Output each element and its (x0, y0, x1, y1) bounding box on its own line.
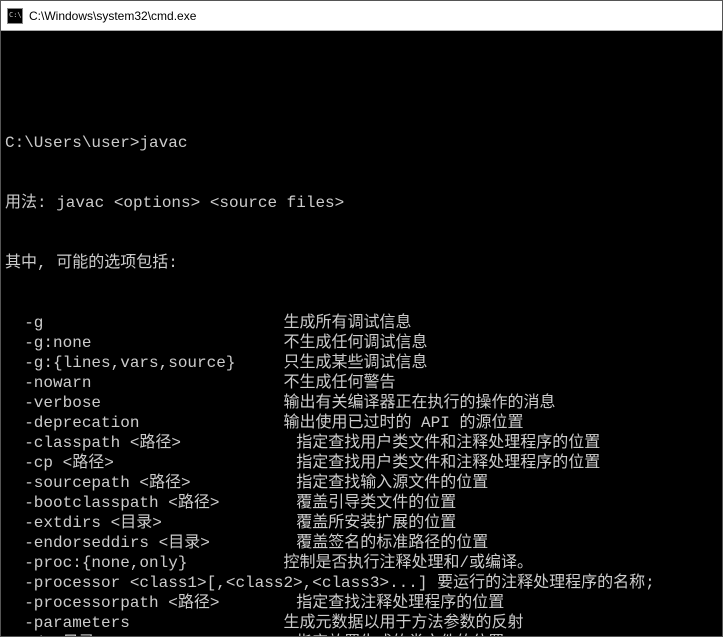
option-desc: 指定查找输入源文件的位置 (296, 474, 488, 492)
option-line: -nowarn 不生成任何警告 (5, 373, 718, 393)
option-line: -g:{lines,vars,source} 只生成某些调试信息 (5, 353, 718, 373)
option-flag: -g (5, 314, 283, 332)
option-line: -g 生成所有调试信息 (5, 313, 718, 333)
option-flag: -parameters (5, 614, 283, 632)
option-desc: 指定查找用户类文件和注释处理程序的位置 (296, 434, 600, 452)
option-desc: 覆盖签名的标准路径的位置 (296, 534, 488, 552)
option-line: -deprecation 输出使用已过时的 API 的源位置 (5, 413, 718, 433)
option-flag: -verbose (5, 394, 283, 412)
option-desc: 要运行的注释处理程序的名称; (437, 574, 655, 592)
option-flag: -nowarn (5, 374, 283, 392)
option-desc: 覆盖所安装扩展的位置 (296, 514, 456, 532)
option-flag: -processorpath <路径> (5, 594, 296, 612)
option-line: -g:none 不生成任何调试信息 (5, 333, 718, 353)
options-list: -g 生成所有调试信息 -g:none 不生成任何调试信息 -g:{lines,… (5, 313, 718, 636)
option-line: -processorpath <路径> 指定查找注释处理程序的位置 (5, 593, 718, 613)
option-flag: -processor <class1>[,<class2>,<class3>..… (5, 574, 437, 592)
option-desc: 覆盖引导类文件的位置 (296, 494, 456, 512)
titlebar[interactable]: C:\ C:\Windows\system32\cmd.exe (1, 1, 722, 31)
option-flag: -extdirs <目录> (5, 514, 296, 532)
option-desc: 输出使用已过时的 API 的源位置 (283, 414, 523, 432)
option-desc: 不生成任何调试信息 (283, 334, 427, 352)
option-line: -bootclasspath <路径> 覆盖引导类文件的位置 (5, 493, 718, 513)
option-flag: -proc:{none,only} (5, 554, 283, 572)
blank-line (5, 73, 718, 93)
option-flag: -g:{lines,vars,source} (5, 354, 283, 372)
terminal-output[interactable]: C:\Users\user>javac 用法: javac <options> … (1, 31, 722, 636)
option-desc: 只生成某些调试信息 (283, 354, 427, 372)
option-line: -endorseddirs <目录> 覆盖签名的标准路径的位置 (5, 533, 718, 553)
prompt-command: javac (139, 134, 187, 152)
option-flag: -g:none (5, 334, 283, 352)
option-desc: 输出有关编译器正在执行的操作的消息 (283, 394, 555, 412)
option-flag: -bootclasspath <路径> (5, 494, 296, 512)
cmd-window: C:\ C:\Windows\system32\cmd.exe C:\Users… (0, 0, 723, 637)
option-line: -proc:{none,only} 控制是否执行注释处理和/或编译。 (5, 553, 718, 573)
option-line: -parameters 生成元数据以用于方法参数的反射 (5, 613, 718, 633)
option-desc: 生成元数据以用于方法参数的反射 (283, 614, 523, 632)
intro-line: 其中, 可能的选项包括: (5, 253, 718, 273)
svg-text:C:\: C:\ (9, 11, 22, 19)
option-flag: -sourcepath <路径> (5, 474, 296, 492)
option-desc: 指定查找注释处理程序的位置 (296, 594, 504, 612)
option-line: -sourcepath <路径> 指定查找输入源文件的位置 (5, 473, 718, 493)
prompt-line: C:\Users\user>javac (5, 133, 718, 153)
window-title: C:\Windows\system32\cmd.exe (29, 9, 716, 23)
option-desc: 指定查找用户类文件和注释处理程序的位置 (296, 454, 600, 472)
option-line: -verbose 输出有关编译器正在执行的操作的消息 (5, 393, 718, 413)
option-line: -extdirs <目录> 覆盖所安装扩展的位置 (5, 513, 718, 533)
option-desc: 生成所有调试信息 (283, 314, 411, 332)
option-desc: 指定放置生成的类文件的位置 (296, 634, 504, 636)
usage-line: 用法: javac <options> <source files> (5, 193, 718, 213)
option-line: -processor <class1>[,<class2>,<class3>..… (5, 573, 718, 593)
cmd-icon: C:\ (7, 8, 23, 24)
option-flag: -d <目录> (5, 634, 296, 636)
option-desc: 控制是否执行注释处理和/或编译。 (283, 554, 533, 572)
option-flag: -classpath <路径> (5, 434, 296, 452)
option-flag: -deprecation (5, 414, 283, 432)
option-desc: 不生成任何警告 (283, 374, 395, 392)
option-flag: -endorseddirs <目录> (5, 534, 296, 552)
option-line: -d <目录> 指定放置生成的类文件的位置 (5, 633, 718, 636)
option-line: -classpath <路径> 指定查找用户类文件和注释处理程序的位置 (5, 433, 718, 453)
prompt-path: C:\Users\user> (5, 134, 139, 152)
option-flag: -cp <路径> (5, 454, 296, 472)
option-line: -cp <路径> 指定查找用户类文件和注释处理程序的位置 (5, 453, 718, 473)
